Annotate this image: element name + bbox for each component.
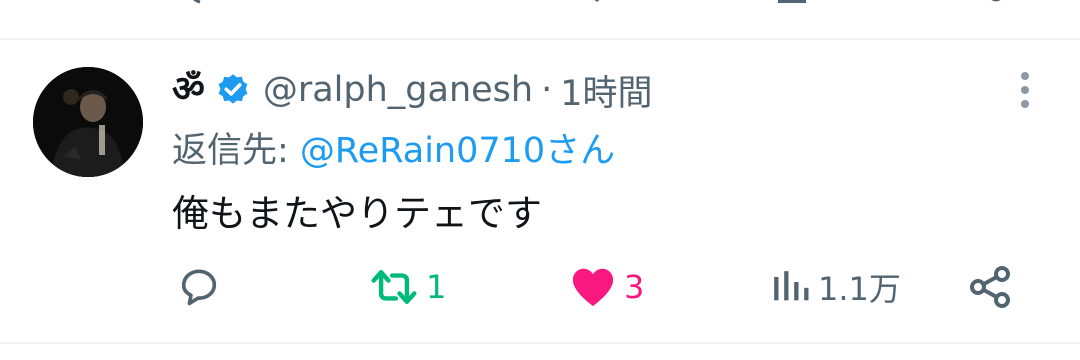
share-icon	[970, 266, 1010, 308]
reply-button[interactable]	[176, 262, 222, 312]
prev-views-icon[interactable]	[776, 0, 810, 4]
views-bar-chart-icon	[774, 271, 809, 301]
user-handle[interactable]: @ralph_ganesh	[263, 70, 533, 110]
like-count: 3	[624, 268, 645, 306]
prev-retweet-icon[interactable]	[380, 0, 416, 4]
reply-to-label: 返信先:	[172, 131, 300, 171]
verified-badge-icon	[218, 74, 248, 104]
reply-bubble-icon	[181, 269, 217, 306]
retweet-button[interactable]: 1	[370, 262, 446, 312]
divider	[0, 342, 1080, 344]
more-options-icon[interactable]	[1010, 70, 1040, 110]
avatar[interactable]	[33, 67, 143, 177]
avatar-photo-icon	[33, 67, 143, 177]
previous-tweet-actions	[0, 0, 1080, 38]
heart-filled-icon	[572, 268, 614, 307]
retweet-icon	[371, 270, 417, 304]
prev-share-icon[interactable]	[984, 0, 1008, 4]
reply-mention-link[interactable]: @ReRain0710さん	[300, 131, 615, 171]
reply-to-line: 返信先: @ReRain0710さん	[172, 122, 615, 173]
display-name[interactable]: ॐ	[172, 72, 205, 108]
share-button[interactable]	[966, 262, 1014, 312]
like-button[interactable]: 3	[570, 262, 644, 312]
retweet-count: 1	[426, 268, 447, 306]
divider	[0, 38, 1080, 40]
views-count: 1.1万	[818, 270, 901, 308]
prev-reply-icon[interactable]	[186, 0, 216, 4]
tweet-header: ॐ @ralph_ganesh · 1時間	[172, 64, 653, 116]
tweet-text: 俺もまたやりテェです	[172, 192, 542, 235]
separator-dot: ·	[541, 70, 553, 110]
views-button[interactable]: 1.1万	[770, 262, 901, 312]
timestamp[interactable]: 1時間	[560, 65, 652, 116]
prev-like-icon[interactable]	[582, 0, 612, 4]
